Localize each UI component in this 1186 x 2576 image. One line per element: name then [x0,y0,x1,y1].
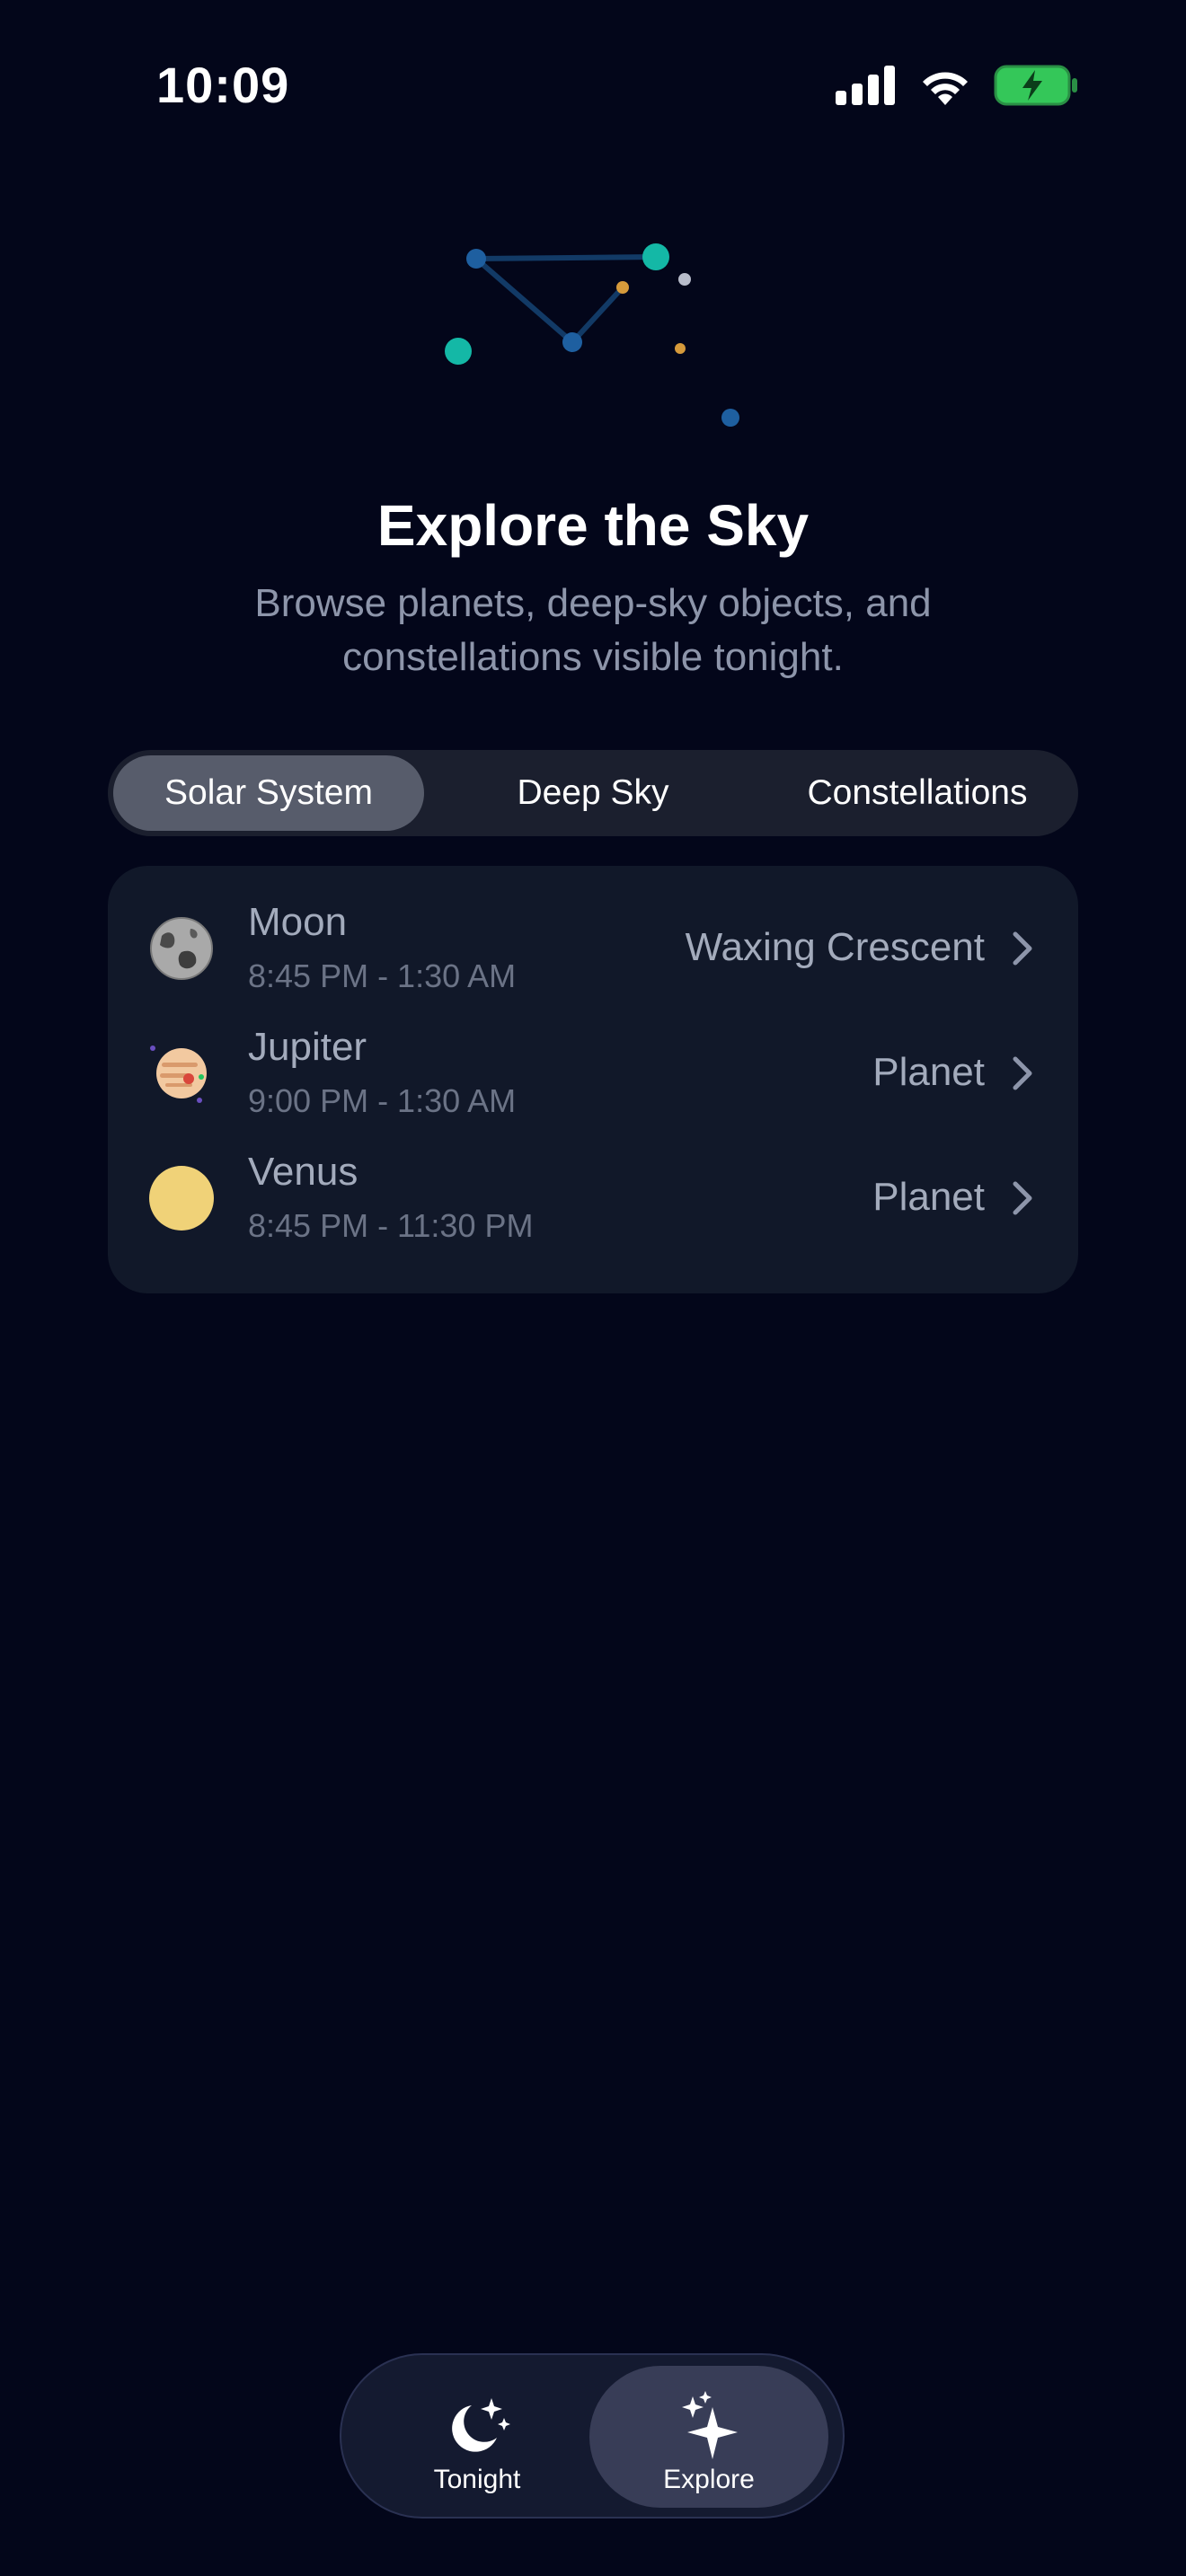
tab-label: Explore [663,2465,755,2494]
page-title: Explore the Sky [376,493,810,558]
page-subtitle: Browse planets, deep-sky objects, and co… [254,581,932,679]
wifi-icon [923,72,968,105]
tab-explore[interactable]: Explore [589,2366,828,2508]
object-name: Moon [248,900,348,944]
hero-illustration [0,216,1186,449]
moon-icon [150,917,213,980]
battery-charging-icon [994,65,1077,106]
object-time: 9:00 PM - 1:30 AM [248,1082,517,1119]
object-list: Moon 8:45 PM - 1:30 AM Waxing Crescent J… [108,866,1078,1293]
chevron-right-icon [1013,931,1032,966]
list-item-jupiter[interactable]: Jupiter 9:00 PM - 1:30 AM Planet [108,1009,1078,1134]
status-time: 10:09 [156,57,290,113]
object-time: 8:45 PM - 11:30 PM [248,1207,534,1244]
jupiter-icon [150,1045,207,1103]
segment-solar-system[interactable]: Solar System [113,755,424,831]
object-type: Waxing Crescent [685,925,985,969]
object-name: Venus [248,1150,358,1194]
chevron-right-icon [1013,1181,1032,1215]
tab-bar: Tonight Explore [340,2353,845,2519]
status-icons [836,65,1078,106]
object-type: Planet [872,1175,985,1219]
object-type: Planet [872,1050,985,1094]
object-time: 8:45 PM - 1:30 AM [248,957,517,994]
list-item-venus[interactable]: Venus 8:45 PM - 11:30 PM Planet [108,1134,1078,1258]
sparkles-icon [682,2391,738,2459]
status-bar: 10:09 [0,0,1186,171]
venus-icon [149,1166,214,1231]
signal-icon [836,66,895,105]
list-item-moon[interactable]: Moon 8:45 PM - 1:30 AM Waxing Crescent [108,884,1078,1009]
segment-constellations[interactable]: Constellations [762,755,1073,831]
constellation-icon [445,243,739,427]
moon-stars-icon [452,2398,510,2452]
segment-deep-sky[interactable]: Deep Sky [440,755,746,831]
chevron-right-icon [1013,1056,1032,1090]
tab-tonight[interactable]: Tonight [358,2366,597,2508]
category-segmented-control: Solar System Deep Sky Constellations [108,750,1078,836]
object-name: Jupiter [248,1025,367,1069]
tab-label: Tonight [433,2465,521,2494]
